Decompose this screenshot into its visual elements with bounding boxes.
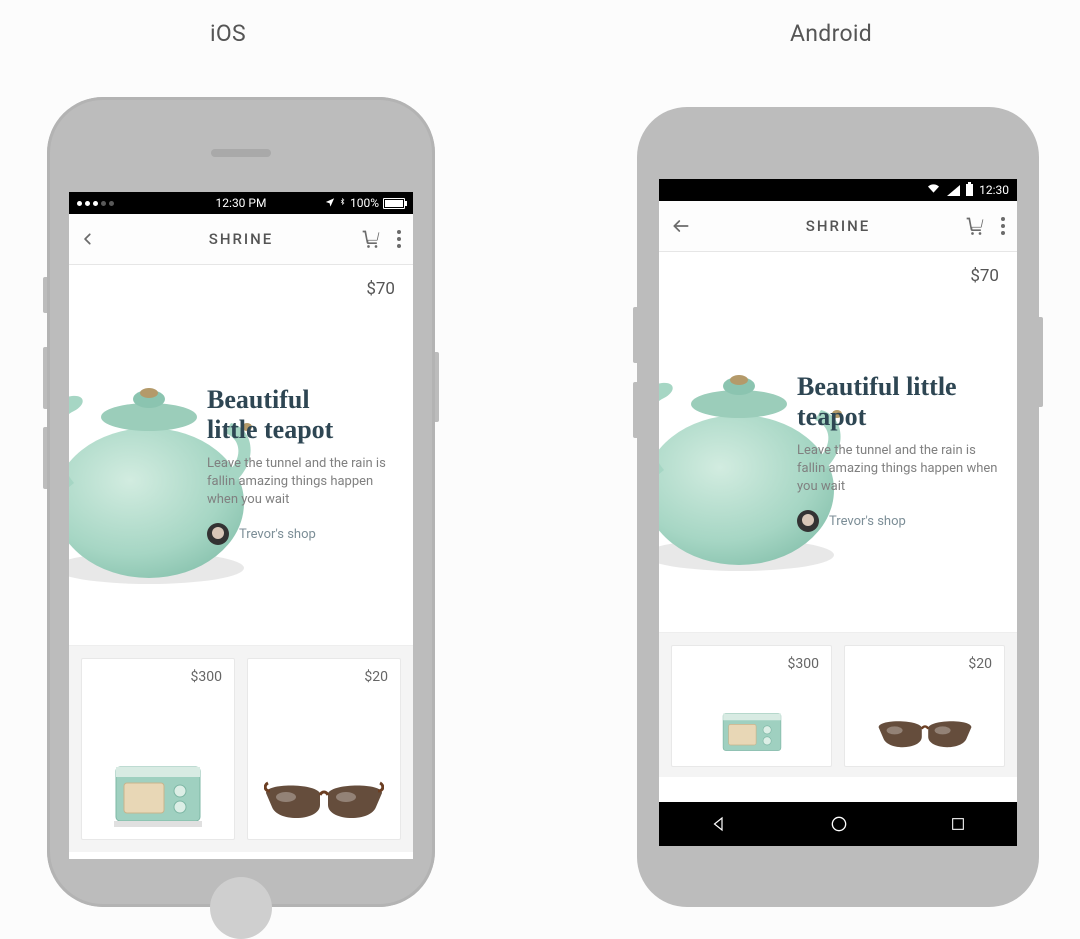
- iphone-speaker: [211, 149, 271, 157]
- hero-card[interactable]: $70: [69, 265, 413, 646]
- signal-strength-icon: [77, 201, 114, 206]
- product-grid: $300 $20: [659, 633, 1017, 777]
- iphone-side-button: [43, 427, 47, 489]
- product-card[interactable]: $300: [671, 645, 832, 767]
- wifi-icon: [926, 183, 941, 197]
- hero-subtitle: Leave the tunnel and the rain is fallin …: [797, 442, 999, 497]
- battery-percent: 100%: [350, 196, 379, 210]
- hero-title: Beautiful little teapot: [797, 372, 999, 432]
- product-image-radio: [712, 701, 792, 756]
- cart-button[interactable]: [361, 229, 381, 249]
- app-bar: SHRINE: [69, 214, 413, 265]
- bluetooth-icon: [339, 196, 346, 210]
- back-button[interactable]: [81, 228, 95, 250]
- iphone-side-button: [435, 352, 439, 422]
- nav-back-button[interactable]: [710, 815, 728, 833]
- product-image-sunglasses: [264, 779, 384, 829]
- hero-title: Beautiful little teapot: [207, 385, 395, 445]
- overflow-menu-button[interactable]: [1001, 217, 1005, 235]
- product-image-sunglasses: [875, 716, 975, 756]
- product-price: $20: [364, 669, 388, 685]
- product-card[interactable]: $300: [81, 658, 235, 840]
- vendor-avatar: [797, 510, 819, 532]
- ios-screen: 12:30 PM 100%: [69, 192, 413, 859]
- status-time: 12:30 PM: [216, 196, 267, 210]
- product-grid: $300 $20: [69, 646, 413, 852]
- hero-price: $70: [366, 279, 395, 299]
- status-time: 12:30: [979, 183, 1009, 197]
- platform-label-android: Android: [790, 20, 872, 47]
- vendor-avatar: [207, 523, 229, 545]
- pixel-side-button: [633, 382, 637, 438]
- product-price: $300: [788, 656, 819, 672]
- android-screen: 12:30 SHRINE: [659, 179, 1017, 846]
- pixel-side-button: [633, 307, 637, 363]
- hero-price: $70: [970, 266, 999, 286]
- vendor-link[interactable]: Trevor's shop: [797, 510, 999, 532]
- iphone-device-frame: 12:30 PM 100%: [47, 97, 435, 907]
- back-button[interactable]: [671, 216, 691, 236]
- product-image-radio: [108, 749, 208, 829]
- product-card[interactable]: $20: [844, 645, 1005, 767]
- product-card[interactable]: $20: [247, 658, 401, 840]
- pixel-side-button: [1039, 317, 1043, 407]
- product-price: $300: [191, 669, 222, 685]
- nav-recents-button[interactable]: [950, 816, 966, 832]
- iphone-side-button: [43, 347, 47, 409]
- ios-status-bar: 12:30 PM 100%: [69, 192, 413, 214]
- product-price: $20: [968, 656, 992, 672]
- vendor-name: Trevor's shop: [829, 514, 906, 529]
- battery-icon: [966, 184, 973, 196]
- vendor-name: Trevor's shop: [239, 527, 316, 542]
- iphone-side-button: [43, 277, 47, 313]
- cellular-signal-icon: [947, 185, 960, 196]
- android-device-frame: 12:30 SHRINE: [637, 107, 1039, 907]
- battery-icon: [383, 198, 405, 209]
- hero-subtitle: Leave the tunnel and the rain is fallin …: [207, 455, 395, 510]
- cart-button[interactable]: [965, 216, 985, 236]
- android-status-bar: 12:30: [659, 179, 1017, 201]
- vendor-link[interactable]: Trevor's shop: [207, 523, 395, 545]
- nav-home-button[interactable]: [829, 814, 849, 834]
- app-title: SHRINE: [209, 230, 274, 248]
- location-icon: [325, 196, 335, 210]
- iphone-home-button[interactable]: [210, 877, 272, 939]
- app-bar: SHRINE: [659, 201, 1017, 252]
- overflow-menu-button[interactable]: [397, 230, 401, 248]
- app-title: SHRINE: [806, 217, 871, 235]
- android-nav-bar: [659, 802, 1017, 846]
- hero-card[interactable]: $70 Beautiful little: [659, 252, 1017, 633]
- platform-label-ios: iOS: [210, 20, 246, 47]
